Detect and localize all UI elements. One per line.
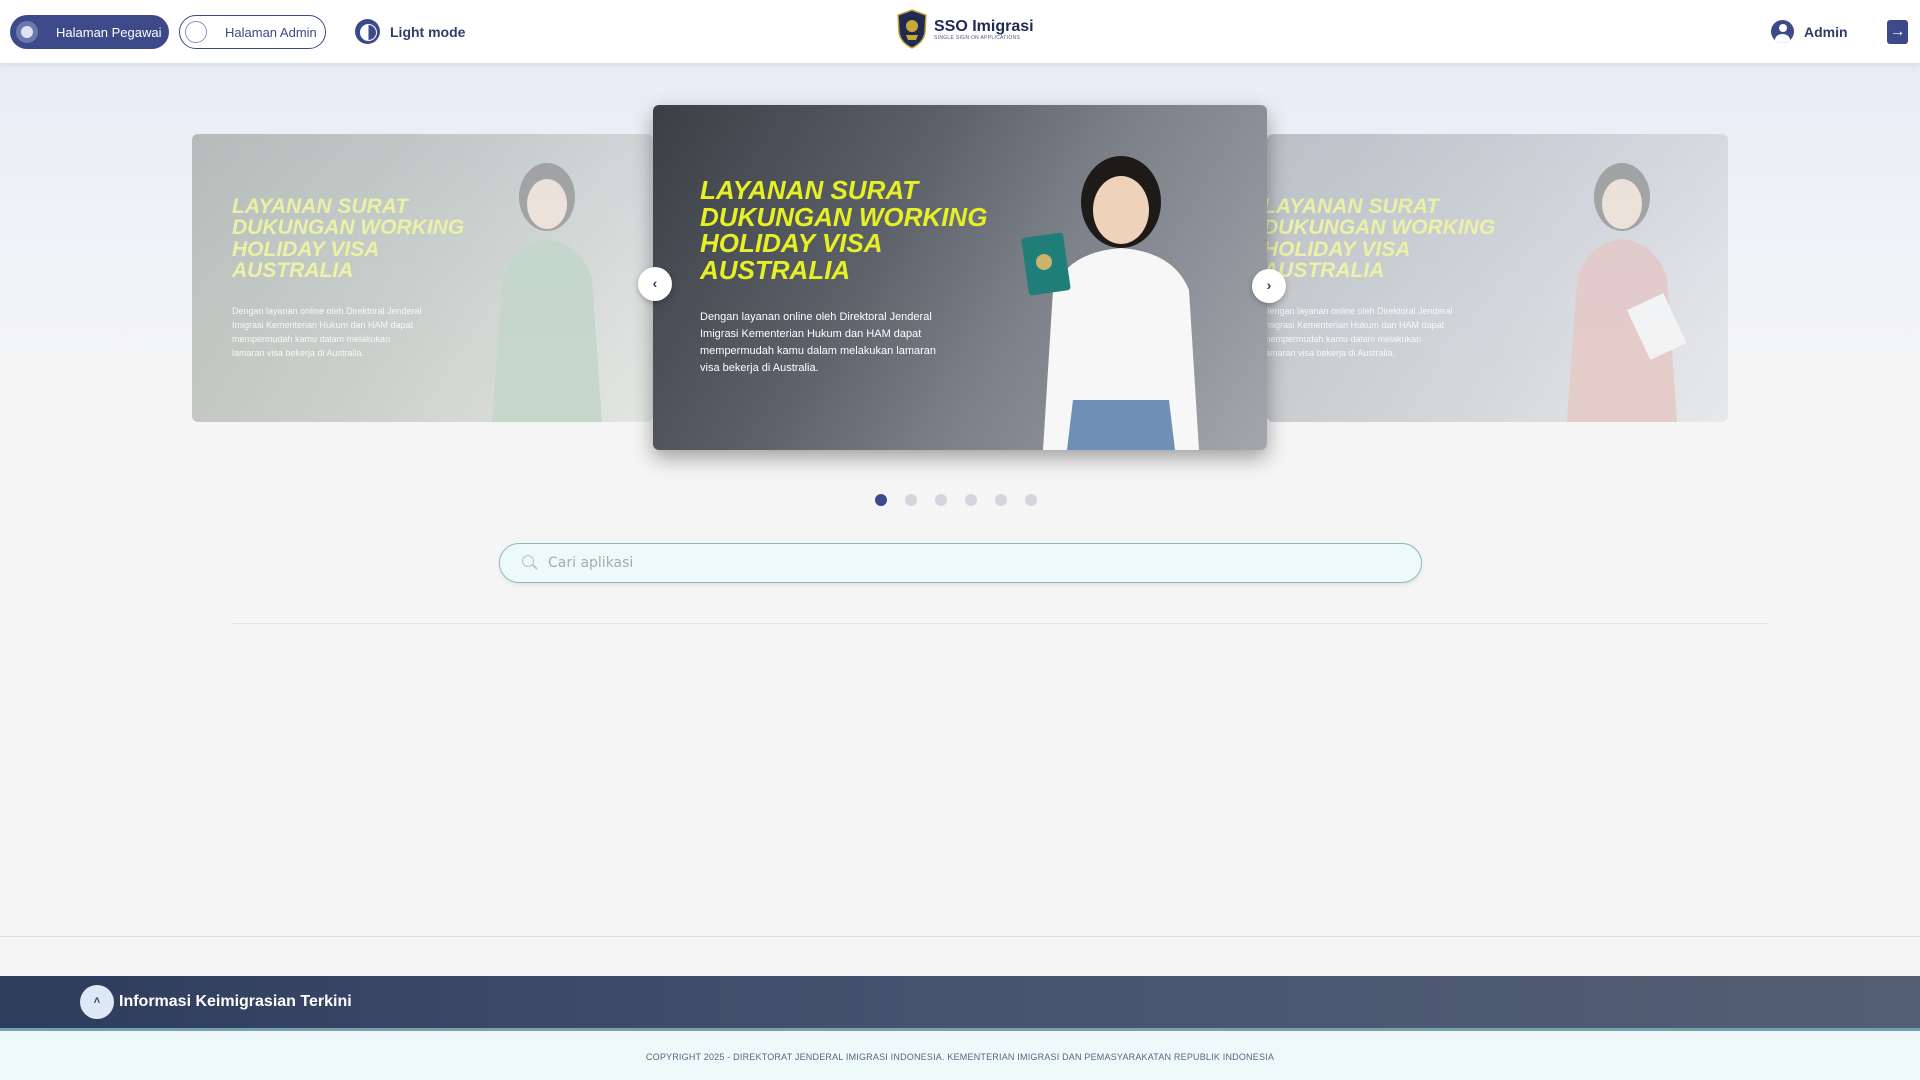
carousel-dot-6[interactable] — [1025, 494, 1037, 506]
imigrasi-shield-icon — [897, 9, 927, 49]
user-menu[interactable]: Admin — [1771, 20, 1848, 43]
theme-label: Light mode — [390, 23, 466, 40]
top-header: Halaman Pegawai Halaman Admin Light mode… — [0, 0, 1920, 63]
slide-description: Dengan layanan online oleh Direktoral Je… — [232, 306, 422, 358]
slide-title: LAYANAN SURAT DUKUNGAN WORKING HOLIDAY V… — [1267, 195, 1496, 283]
carousel-dot-2[interactable] — [905, 494, 917, 506]
halaman-pegawai-label: Halaman Pegawai — [56, 24, 162, 40]
info-footer-bar: ˄ Informasi Keimigrasian Terkini — [0, 976, 1920, 1031]
search-input[interactable] — [548, 555, 1348, 571]
search-icon — [522, 555, 538, 571]
theme-toggle[interactable]: Light mode — [355, 19, 465, 44]
sso-logo[interactable]: SSO Imigrasi SINGLE SIGN ON APPLICATIONS — [896, 9, 1034, 49]
halaman-admin-label: Halaman Admin — [225, 24, 317, 40]
person-with-passport-photo — [1021, 156, 1199, 450]
carousel-dot-1[interactable] — [875, 494, 887, 506]
contrast-icon — [355, 19, 380, 44]
user-name: Admin — [1804, 23, 1848, 40]
radio-unselected-icon — [185, 21, 207, 43]
logout-icon[interactable]: → — [1887, 20, 1908, 44]
slide-description: Dengan layanan online oleh Direktoral Je… — [1267, 306, 1453, 358]
slide-description: Dengan layanan online oleh Direktoral Je… — [700, 311, 936, 374]
logo-title: SSO Imigrasi — [934, 17, 1034, 35]
footer-expand-button[interactable]: ˄ — [80, 985, 114, 1019]
footer-title: Informasi Keimigrasian Terkini — [119, 993, 352, 1010]
radio-selected-icon — [16, 21, 38, 43]
carousel-next-button[interactable]: › — [1252, 269, 1286, 303]
person-photo — [492, 163, 602, 422]
carousel-pagination — [875, 494, 1037, 506]
copyright-text: COPYRIGHT 2025 - DIREKTORAT JENDERAL IMI… — [0, 1034, 1920, 1080]
carousel-dot-3[interactable] — [935, 494, 947, 506]
logo-subtitle: SINGLE SIGN ON APPLICATIONS — [934, 34, 1021, 41]
carousel-prev-button[interactable]: ‹ — [638, 267, 672, 301]
halaman-admin-toggle[interactable]: Halaman Admin — [179, 15, 326, 49]
carousel-slide-prev[interactable]: LAYANAN SURAT DUKUNGAN WORKING HOLIDAY V… — [192, 134, 653, 422]
slide-title: LAYANAN SURAT DUKUNGAN WORKING HOLIDAY V… — [232, 195, 465, 283]
user-avatar-icon — [1771, 20, 1794, 43]
halaman-pegawai-toggle[interactable]: Halaman Pegawai — [10, 15, 169, 49]
search-bar[interactable] — [499, 543, 1422, 583]
carousel-dot-5[interactable] — [995, 494, 1007, 506]
carousel-dot-4[interactable] — [965, 494, 977, 506]
slide-title: LAYANAN SURAT DUKUNGAN WORKING HOLIDAY V… — [700, 175, 988, 285]
section-divider — [231, 623, 1768, 624]
person-photo — [1567, 163, 1687, 422]
content-bottom-divider — [0, 936, 1920, 937]
carousel-slide-next[interactable]: LAYANAN SURAT DUKUNGAN WORKING HOLIDAY V… — [1267, 134, 1728, 422]
carousel-slide-active[interactable]: LAYANAN SURAT DUKUNGAN WORKING HOLIDAY V… — [653, 105, 1267, 450]
